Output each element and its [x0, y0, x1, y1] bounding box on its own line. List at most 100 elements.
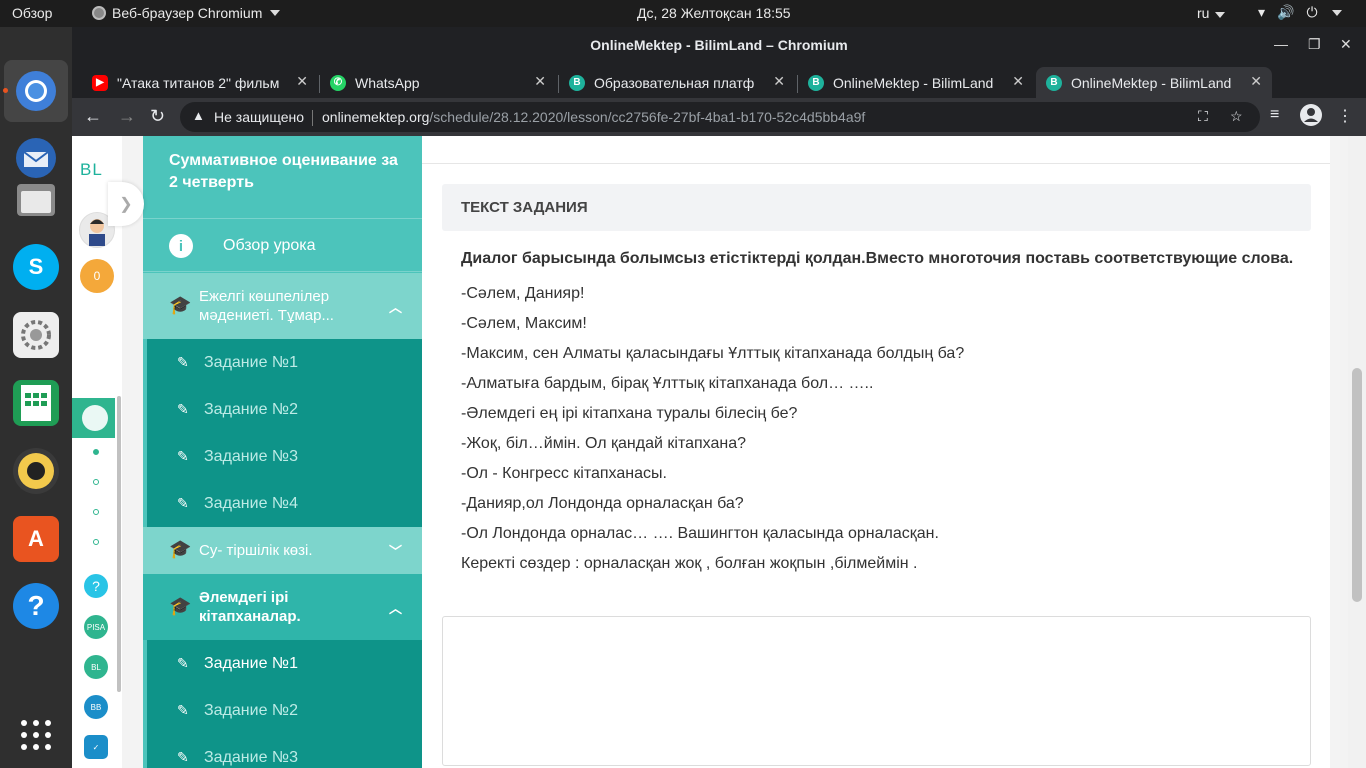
show-apps-grid-icon[interactable] [13, 712, 59, 758]
graduation-cap-icon: 🎓 [169, 596, 192, 616]
edit-icon: ✎ [177, 655, 189, 671]
clock[interactable]: Дс, 28 Желтоқсан 18:55 [637, 5, 791, 21]
sidebar-section-1[interactable]: 🎓 Ежелгі көшпелілер мәдениеті. Тұмар... … [143, 273, 422, 339]
dialog-line: -Данияр,ол Лондонда орналасқан ба? [461, 495, 744, 512]
system-tray[interactable]: ▾ 🔊 ⏻ [1258, 4, 1342, 21]
close-tab-icon[interactable]: ✕ [534, 73, 546, 90]
app-menu-label: Веб-браузер Chromium [112, 5, 263, 21]
browser-window: OnlineMektep - BilimLand – Chromium — ❐ … [72, 27, 1366, 768]
window-title: OnlineMektep - BilimLand – Chromium [590, 37, 848, 53]
tab-youtube[interactable]: ▶ "Атака титанов 2" фильм ✕ [82, 67, 318, 98]
task-label: Задание №2 [204, 701, 298, 719]
rhythmbox-dock-icon[interactable] [13, 448, 59, 494]
tab-educational-platform[interactable]: B Образовательная платф ✕ [559, 67, 795, 98]
scrollbar-thumb[interactable] [1352, 368, 1362, 602]
section-1-task-3[interactable]: ✎ Задание №3 [147, 433, 422, 480]
task-label: Задание №4 [204, 494, 298, 512]
sidebar-section-3[interactable]: 🎓 Әлемдегі ірі кітапханалар. ︿ [143, 574, 422, 640]
section-label: Ежелгі көшпелілер мәдениеті. Тұмар... [199, 288, 334, 324]
language-indicator[interactable]: ru [1197, 5, 1226, 21]
running-indicator [3, 88, 8, 93]
files-dock-icon[interactable] [13, 177, 59, 223]
edit-icon: ✎ [177, 448, 189, 464]
media-controls-icon[interactable]: ≡ [1270, 106, 1279, 124]
window-titlebar[interactable]: OnlineMektep - BilimLand – Chromium — ❐ … [72, 27, 1366, 64]
security-label[interactable]: Не защищено [214, 109, 304, 125]
help-dock-icon[interactable]: ? [13, 583, 59, 629]
tab-onlinemektep[interactable]: B OnlineMektep - BilimLand ✕ [798, 67, 1034, 98]
maximize-icon[interactable]: ❐ [1308, 36, 1321, 53]
close-tab-icon[interactable]: ✕ [1250, 73, 1262, 90]
lesson-sidebar: Суммативное оценивание за 2 четверть i О… [143, 136, 422, 768]
tab-title: OnlineMektep - BilimLand [833, 74, 994, 91]
forward-icon[interactable]: → [118, 106, 136, 127]
task-header: ТЕКСТ ЗАДАНИЯ [442, 184, 1311, 231]
bilimland-rail-icon[interactable]: BL [84, 655, 108, 679]
system-top-bar: Обзор Веб-браузер Chromium Дс, 28 Желтоқ… [0, 0, 1366, 27]
word-bank: Керекті сөздер : орналасқан жоқ , болған… [461, 555, 918, 572]
volume-icon: 🔊 [1277, 4, 1295, 20]
tray-dropdown-icon [1331, 10, 1342, 16]
chromium-dock-icon[interactable] [13, 68, 59, 114]
thunderbird-dock-icon[interactable] [13, 135, 59, 181]
task-label: Задание №2 [204, 400, 298, 418]
section-1-task-2[interactable]: ✎ Задание №2 [147, 386, 422, 433]
bilimland-logo[interactable]: BL [80, 160, 103, 180]
task-content: ТЕКСТ ЗАДАНИЯ Диалог барысында болымсыз … [422, 136, 1330, 768]
url-path: /schedule/28.12.2020/lesson/cc2756fe-27b… [429, 109, 866, 125]
address-bar[interactable]: ▲ Не защищено onlinemektep.org/schedule/… [180, 102, 1260, 132]
graduation-cap-icon: 🎓 [169, 295, 192, 315]
power-icon: ⏻ [1306, 4, 1318, 20]
menu-kebab-icon[interactable]: ⋮ [1337, 106, 1353, 126]
tab-whatsapp[interactable]: ✆ WhatsApp ✕ [320, 67, 556, 98]
url-text[interactable]: onlinemektep.org/schedule/28.12.2020/les… [322, 109, 865, 125]
whatsapp-icon: ✆ [330, 74, 346, 91]
profile-icon[interactable] [1300, 104, 1322, 131]
close-tab-icon[interactable]: ✕ [1012, 73, 1024, 90]
test-icon[interactable]: ✓ [84, 735, 108, 759]
spreadsheet-dock-icon[interactable] [13, 380, 59, 426]
sidebar-expand-button[interactable]: ❯ [108, 182, 144, 226]
bookmark-star-icon[interactable]: ☆ [1230, 108, 1243, 125]
section-1-task-4[interactable]: ✎ Задание №4 [147, 480, 422, 527]
rail-dot-active[interactable] [93, 449, 99, 455]
rail-dot[interactable] [93, 479, 99, 485]
section-label: Әлемдегі ірі кітапханалар. [199, 589, 301, 625]
info-icon: i [169, 234, 193, 258]
close-tab-icon[interactable]: ✕ [773, 73, 785, 90]
page-scrollbar[interactable] [1348, 136, 1366, 768]
warning-icon[interactable]: ▲ [192, 108, 205, 123]
task-label: Задание №3 [204, 447, 298, 465]
settings-dock-icon[interactable] [13, 312, 59, 358]
close-window-icon[interactable]: ✕ [1340, 36, 1352, 53]
sidebar-overview-item[interactable]: i Обзор урока [143, 218, 422, 272]
pisa-icon[interactable]: PISA [84, 615, 108, 639]
edit-icon: ✎ [177, 749, 189, 765]
online-mektep-rail-item[interactable] [72, 398, 115, 438]
tab-onlinemektep-active[interactable]: B OnlineMektep - BilimLand ✕ [1036, 67, 1272, 98]
software-center-dock-icon[interactable]: A [13, 516, 59, 562]
section-3-task-2[interactable]: ✎ Задание №2 [147, 687, 422, 734]
sidebar-section-2[interactable]: 🎓 Су- тіршілік көзі. ﹀ [143, 527, 422, 574]
wifi-icon: ▾ [1258, 4, 1266, 20]
coins-badge[interactable]: 0 [80, 259, 114, 293]
section-1-task-1[interactable]: ✎ Задание №1 [147, 339, 422, 386]
rail-scrollbar[interactable] [117, 396, 121, 692]
help-icon[interactable]: ? [84, 574, 108, 598]
back-icon[interactable]: ← [84, 106, 102, 127]
skype-dock-icon[interactable]: S [13, 244, 59, 290]
bilimland-icon: B [569, 74, 585, 91]
reload-icon[interactable]: ↻ [150, 106, 165, 127]
app-menu[interactable]: Веб-браузер Chromium [92, 5, 281, 21]
rail-dot[interactable] [93, 509, 99, 515]
rail-dot[interactable] [93, 539, 99, 545]
minimize-icon[interactable]: — [1274, 36, 1288, 52]
close-tab-icon[interactable]: ✕ [296, 73, 308, 90]
activities-button[interactable]: Обзор [12, 5, 52, 21]
bilimbook-icon[interactable]: BB [84, 695, 108, 719]
answer-textarea[interactable] [442, 616, 1311, 766]
section-3-task-3[interactable]: ✎ Задание №3 [147, 734, 422, 768]
section-3-task-1[interactable]: ✎ Задание №1 [147, 640, 422, 687]
sidebar-item-label: Обзор урока [223, 237, 316, 254]
translate-icon[interactable]: ⛶ [1198, 108, 1208, 125]
